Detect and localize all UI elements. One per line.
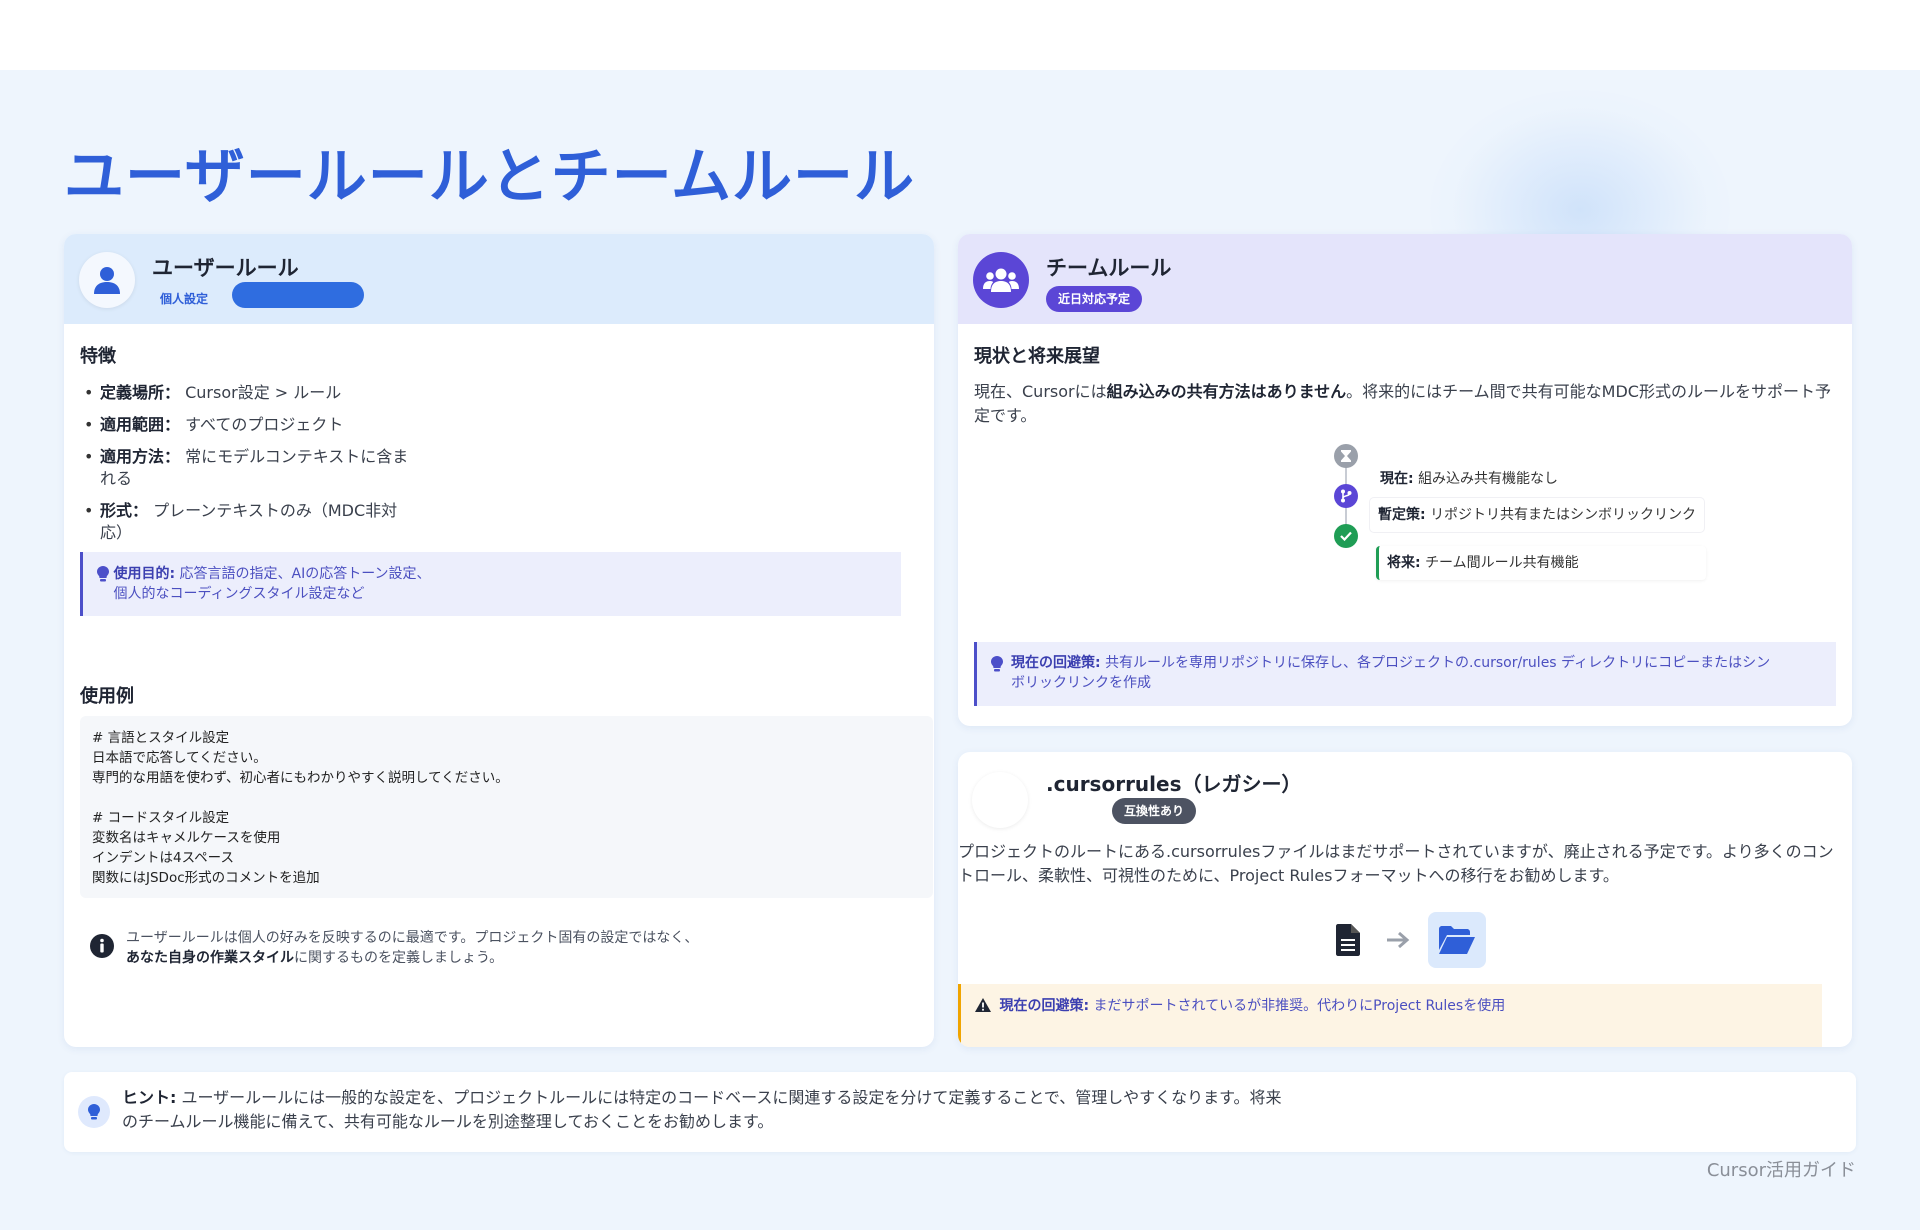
note-text: ユーザールールは個人の好みを反映するのに最適です。プロジェクト固有の設定ではなく… (126, 930, 699, 946)
user-rules-card: ユーザールール 個人設定 特徴 定義場所： Cursor設定 > ルール 適用範… (64, 234, 934, 1047)
info-icon (90, 934, 114, 958)
purpose-callout: 使用目的: 応答言語の指定、AIの応答トーン設定、個人的なコーディングスタイル設… (80, 552, 901, 616)
coming-soon-badge: 近日対応予定 (1046, 286, 1143, 312)
warning-label: 現在の回避策: (999, 998, 1090, 1014)
timeline-text: チーム間ルール共有機能 (1425, 555, 1579, 571)
features-list: 定義場所： Cursor設定 > ルール 適用範囲： すべてのプロジェクト 適用… (80, 382, 410, 544)
migration-diagram (1336, 912, 1506, 968)
workaround-text: 共有ルールを専用リポジトリに保存し、各プロジェクトの.cursor/rules … (1011, 655, 1771, 691)
timeline-item-future: 将来: チーム間ルール共有機能 (1376, 546, 1706, 580)
badge-pill-bar (232, 282, 364, 308)
features-section: 特徴 定義場所： Cursor設定 > ルール 適用範囲： すべてのプロジェクト… (80, 342, 410, 554)
feature-label: 形式： (100, 501, 149, 520)
feature-label: 定義場所： (100, 383, 181, 402)
compatible-badge: 互換性あり (1112, 798, 1197, 824)
check-icon (1334, 524, 1358, 548)
user-rules-header: ユーザールール 個人設定 (64, 234, 934, 324)
timeline-item-current: 現在: 組み込み共有機能なし (1372, 462, 1567, 496)
desc-pre: 現在、Cursorには (974, 382, 1107, 401)
team-status-section: 現状と将来展望 現在、Cursorには組み込みの共有方法はありません。将来的には… (974, 342, 1834, 428)
feature-label: 適用方法： (100, 447, 181, 466)
team-rules-header: チームルール 近日対応予定 (958, 234, 1852, 324)
roadmap-timeline: 現在: 組み込み共有機能なし 暫定策: リポジトリ共有またはシンボリックリンク … (1334, 444, 1714, 594)
timeline-text: リポジトリ共有またはシンボリックリンク (1430, 507, 1697, 523)
feature-item-method: 適用方法： 常にモデルコンテキストに含まれる (80, 446, 410, 490)
usage-title: 使用例 (80, 686, 134, 707)
feature-label: 適用範囲： (100, 415, 181, 434)
branch-icon (1334, 484, 1358, 508)
hint-text: ユーザールールには一般的な設定を、プロジェクトルールには特定のコードベースに関連… (122, 1088, 1282, 1131)
personal-settings-badge: 個人設定 (160, 292, 209, 306)
lightbulb-icon (991, 656, 1003, 672)
feature-item-location: 定義場所： Cursor設定 > ルール (80, 382, 410, 404)
top-bar (0, 0, 1920, 70)
users-icon (973, 252, 1029, 308)
hint-bar: ヒント: ユーザールールには一般的な設定を、プロジェクトルールには特定のコードベ… (64, 1072, 1856, 1152)
info-note: ユーザールールは個人の好みを反映するのに最適です。プロジェクト固有の設定ではなく… (90, 928, 790, 968)
timeline-label: 将来: (1387, 555, 1421, 571)
status-title: 現状と将来展望 (974, 346, 1100, 367)
feature-item-format: 形式： プレーンテキストのみ（MDC非対応） (80, 500, 410, 544)
status-description: 現在、Cursorには組み込みの共有方法はありません。将来的にはチーム間で共有可… (974, 380, 1834, 428)
page-title: ユーザールールとチームルール (64, 142, 915, 212)
feature-value: すべてのプロジェクト (185, 415, 344, 434)
feature-value: Cursor設定 > ルール (185, 383, 342, 402)
team-workaround-callout: 現在の回避策: 共有ルールを専用リポジトリに保存し、各プロジェクトの.curso… (974, 642, 1836, 706)
file-icon (1336, 924, 1360, 956)
feature-item-scope: 適用範囲： すべてのプロジェクト (80, 414, 410, 436)
usage-code-block: # 言語とスタイル設定 日本語で応答してください。 専門的な用語を使わず、初心者… (80, 716, 933, 898)
legacy-icon (972, 772, 1028, 828)
legacy-cursorrules-card: .cursorrules（レガシー） 互換性あり プロジェクトのルートにある.c… (958, 752, 1852, 1047)
note-bold: あなた自身の作業スタイル (126, 950, 294, 966)
legacy-title: .cursorrules（レガシー） (1046, 772, 1302, 796)
timeline-text: 組み込み共有機能なし (1418, 471, 1559, 487)
footer-brand: Cursor活用ガイド (1706, 1160, 1856, 1181)
user-icon (79, 252, 135, 308)
warning-text: まだサポートされているが非推奨。代わりにProject Rulesを使用 (1093, 998, 1506, 1014)
folder-open-icon (1428, 912, 1486, 968)
team-rules-card: チームルール 近日対応予定 現状と将来展望 現在、Cursorには組み込みの共有… (958, 234, 1852, 726)
warning-icon (975, 997, 991, 1012)
user-rules-title: ユーザールール (152, 256, 299, 280)
workaround-label: 現在の回避策: (1011, 655, 1101, 671)
team-rules-title: チームルール (1046, 256, 1172, 280)
arrow-right-icon (1387, 931, 1410, 949)
timeline-label: 暫定策: (1378, 507, 1426, 523)
legacy-description: プロジェクトのルートにある.cursorrulesファイルはまだサポートされてい… (958, 842, 1834, 885)
timeline-label: 現在: (1380, 471, 1414, 487)
timeline-item-interim: 暫定策: リポジトリ共有またはシンボリックリンク (1370, 498, 1705, 532)
desc-bold: 組み込みの共有方法はありません (1106, 382, 1347, 401)
legacy-warning-callout: 現在の回避策: まだサポートされているが非推奨。代わりにProject Rule… (958, 984, 1822, 1047)
hourglass-icon (1334, 444, 1358, 468)
hint-text-block: ヒント: ユーザールールには一般的な設定を、プロジェクトルールには特定のコードベ… (122, 1086, 1282, 1134)
note-tail: に関するものを定義しましょう。 (294, 950, 504, 966)
hint-label: ヒント: (122, 1088, 177, 1107)
purpose-label: 使用目的: (113, 566, 176, 582)
lightbulb-icon (97, 566, 109, 582)
features-title: 特徴 (80, 346, 116, 367)
lightbulb-icon (78, 1096, 110, 1128)
